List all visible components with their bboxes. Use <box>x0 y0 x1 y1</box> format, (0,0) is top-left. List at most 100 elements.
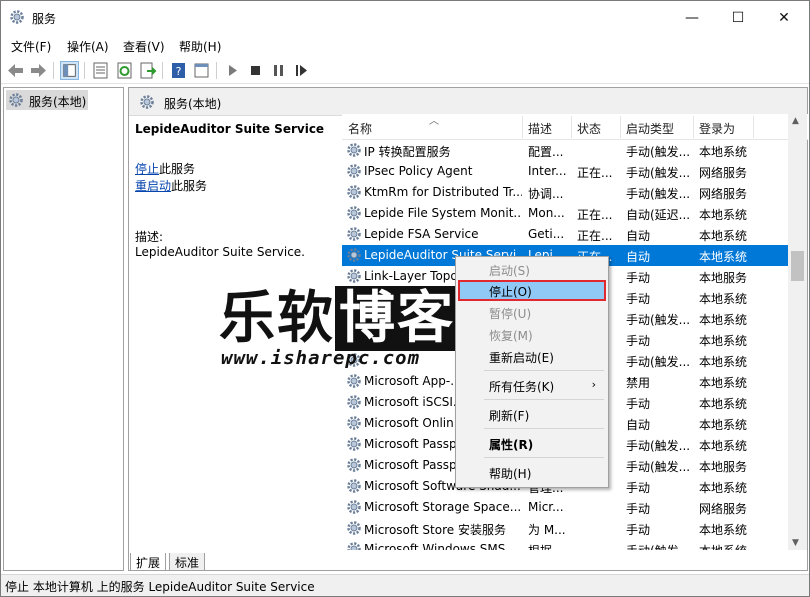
submenu-arrow-icon: › <box>591 378 596 391</box>
menu-item-help[interactable]: 帮助(H) <box>458 462 606 483</box>
service-title: LepideAuditor Suite Service <box>135 122 325 136</box>
service-logon-as: 网络服务 <box>699 187 748 201</box>
service-row[interactable]: IP 转换配置服务 配置... 手动(触发... 本地系统 <box>342 140 789 161</box>
service-row[interactable]: Microsoft Store 安装服务 为 M... 手动 本地系统 <box>342 518 789 539</box>
service-gear-icon <box>346 373 362 389</box>
menu-bar: 文件(F) 操作(A) 查看(V) 帮助(H) <box>1 35 809 56</box>
menu-file[interactable]: 文件(F) <box>11 38 51 55</box>
scroll-thumb[interactable] <box>791 251 804 281</box>
scroll-up-icon[interactable]: ▲ <box>792 116 799 126</box>
service-gear-icon <box>346 184 362 200</box>
column-header-status[interactable]: 状态 <box>577 120 601 137</box>
service-gear-icon <box>346 436 362 452</box>
menu-item-stop[interactable]: 停止(O) <box>458 280 606 301</box>
column-divider[interactable] <box>753 116 754 138</box>
window-title: 服务 <box>32 12 57 26</box>
service-description: Micr... <box>528 500 564 514</box>
menu-item-start[interactable]: 启动(S) <box>458 259 606 280</box>
service-row[interactable]: IPsec Policy Agent Inter... 正在... 手动(触发... 网… <box>342 161 789 182</box>
service-name: Lepide FSA Service <box>364 227 479 241</box>
start-service-icon[interactable] <box>223 61 242 80</box>
column-divider[interactable] <box>693 116 694 138</box>
tree-item-services-local[interactable]: 服务(本地) <box>6 90 88 110</box>
restart-service-icon[interactable] <box>292 61 311 80</box>
menu-item-resume[interactable]: 恢复(M) <box>458 324 606 345</box>
service-logon-as: 本地系统 <box>699 542 779 550</box>
column-header-description[interactable]: 描述 <box>528 120 552 137</box>
service-startup-type: 手动(触发... <box>626 187 691 201</box>
service-row[interactable]: Microsoft Windows SMS ... 根据... 手动(触发... 本地… <box>342 539 789 550</box>
refresh-icon[interactable] <box>115 61 134 80</box>
tab-extended[interactable]: 扩展 <box>130 553 167 571</box>
service-logon-as: 本地系统 <box>699 250 748 264</box>
service-row[interactable]: Lepide FSA Service Geti... 正在... 自动 本地系统 <box>342 224 789 245</box>
menu-view[interactable]: 查看(V) <box>123 38 165 55</box>
toolbar-separator <box>53 62 54 79</box>
restart-link-row: 重启动此服务 <box>135 177 207 194</box>
menu-action[interactable]: 操作(A) <box>67 38 109 55</box>
stop-service-icon[interactable] <box>246 61 265 80</box>
svg-text:?: ? <box>176 65 182 78</box>
column-header-logon-as[interactable]: 登录为 <box>699 120 735 137</box>
service-gear-icon <box>346 205 362 221</box>
watermark: 乐软博客 www.isharepc.com <box>219 273 481 373</box>
menu-item-all-tasks[interactable]: 所有任务(K) › <box>458 375 606 396</box>
restart-link-suffix: 此服务 <box>171 179 208 193</box>
stop-service-link[interactable]: 停止 <box>135 162 159 176</box>
service-name: Microsoft Windows SMS ... <box>364 542 521 550</box>
menu-item-refresh[interactable]: 刷新(F) <box>458 404 606 425</box>
scroll-down-icon[interactable]: ▼ <box>792 538 799 548</box>
service-row[interactable]: Microsoft Storage Space... Micr... 手动 网络服务 <box>342 497 789 518</box>
menu-item-restart[interactable]: 重新启动(E) <box>458 346 606 367</box>
menu-separator <box>484 399 604 400</box>
show-hide-icon[interactable] <box>192 61 211 80</box>
service-name: KtmRm for Distributed Tr... <box>364 185 522 199</box>
column-divider[interactable] <box>620 116 621 138</box>
service-startup-type: 手动 <box>626 292 651 306</box>
service-gear-icon <box>346 478 362 494</box>
service-logon-as: 本地系统 <box>699 418 748 432</box>
back-icon[interactable] <box>6 61 25 80</box>
column-header-startup-type[interactable]: 启动类型 <box>626 120 674 137</box>
service-startup-type: 手动 <box>626 271 651 285</box>
service-row[interactable]: KtmRm for Distributed Tr... 协调... 手动(触发...… <box>342 182 789 203</box>
help-icon[interactable]: ? <box>169 61 188 80</box>
service-startup-type: 手动(触发... <box>626 542 692 550</box>
export-list-icon[interactable] <box>138 61 157 80</box>
service-logon-as: 本地系统 <box>699 229 748 243</box>
close-button[interactable]: ✕ <box>761 1 807 35</box>
minimize-button[interactable]: — <box>669 1 715 35</box>
tab-standard[interactable]: 标准 <box>169 553 206 571</box>
maximize-button[interactable]: ☐ <box>715 1 761 35</box>
service-row[interactable]: Lepide File System Monit... Mon... 正在... 自动… <box>342 203 789 224</box>
watermark-title: 乐软博客 <box>219 273 459 354</box>
service-startup-type: 手动(触发... <box>626 166 691 180</box>
watermark-title-b: 博客 <box>335 286 459 351</box>
service-startup-type: 禁用 <box>626 376 651 390</box>
menu-item-label: 启动(S) <box>489 264 530 278</box>
restart-service-link[interactable]: 重启动 <box>135 179 171 193</box>
service-description: 协调... <box>528 187 564 201</box>
service-gear-icon <box>346 415 362 431</box>
pane-header-label: 服务(本地) <box>164 97 222 111</box>
description-label: 描述: <box>135 230 164 244</box>
menu-help[interactable]: 帮助(H) <box>179 38 221 55</box>
column-divider[interactable] <box>571 116 572 138</box>
watermark-title-a: 乐软 <box>219 286 335 351</box>
service-logon-as: 本地系统 <box>699 523 748 537</box>
service-gear-icon <box>346 142 362 158</box>
menu-item-pause[interactable]: 暂停(U) <box>458 302 606 323</box>
menu-item-properties[interactable]: 属性(R) <box>458 433 606 454</box>
menu-item-label: 重新启动(E) <box>489 351 554 365</box>
service-startup-type: 手动 <box>626 334 651 348</box>
properties-sheet-icon[interactable] <box>91 61 110 80</box>
column-divider[interactable] <box>522 116 523 138</box>
console-tree-icon[interactable] <box>60 61 79 80</box>
pause-service-icon[interactable] <box>269 61 288 80</box>
watermark-url: www.isharepc.com <box>221 347 421 369</box>
service-gear-icon <box>346 541 362 550</box>
menu-item-label: 所有任务(K) <box>489 380 555 394</box>
vertical-scrollbar[interactable]: ▲ ▼ <box>788 114 807 550</box>
forward-icon[interactable] <box>29 61 48 80</box>
column-header-name[interactable]: 名称 <box>348 120 372 137</box>
